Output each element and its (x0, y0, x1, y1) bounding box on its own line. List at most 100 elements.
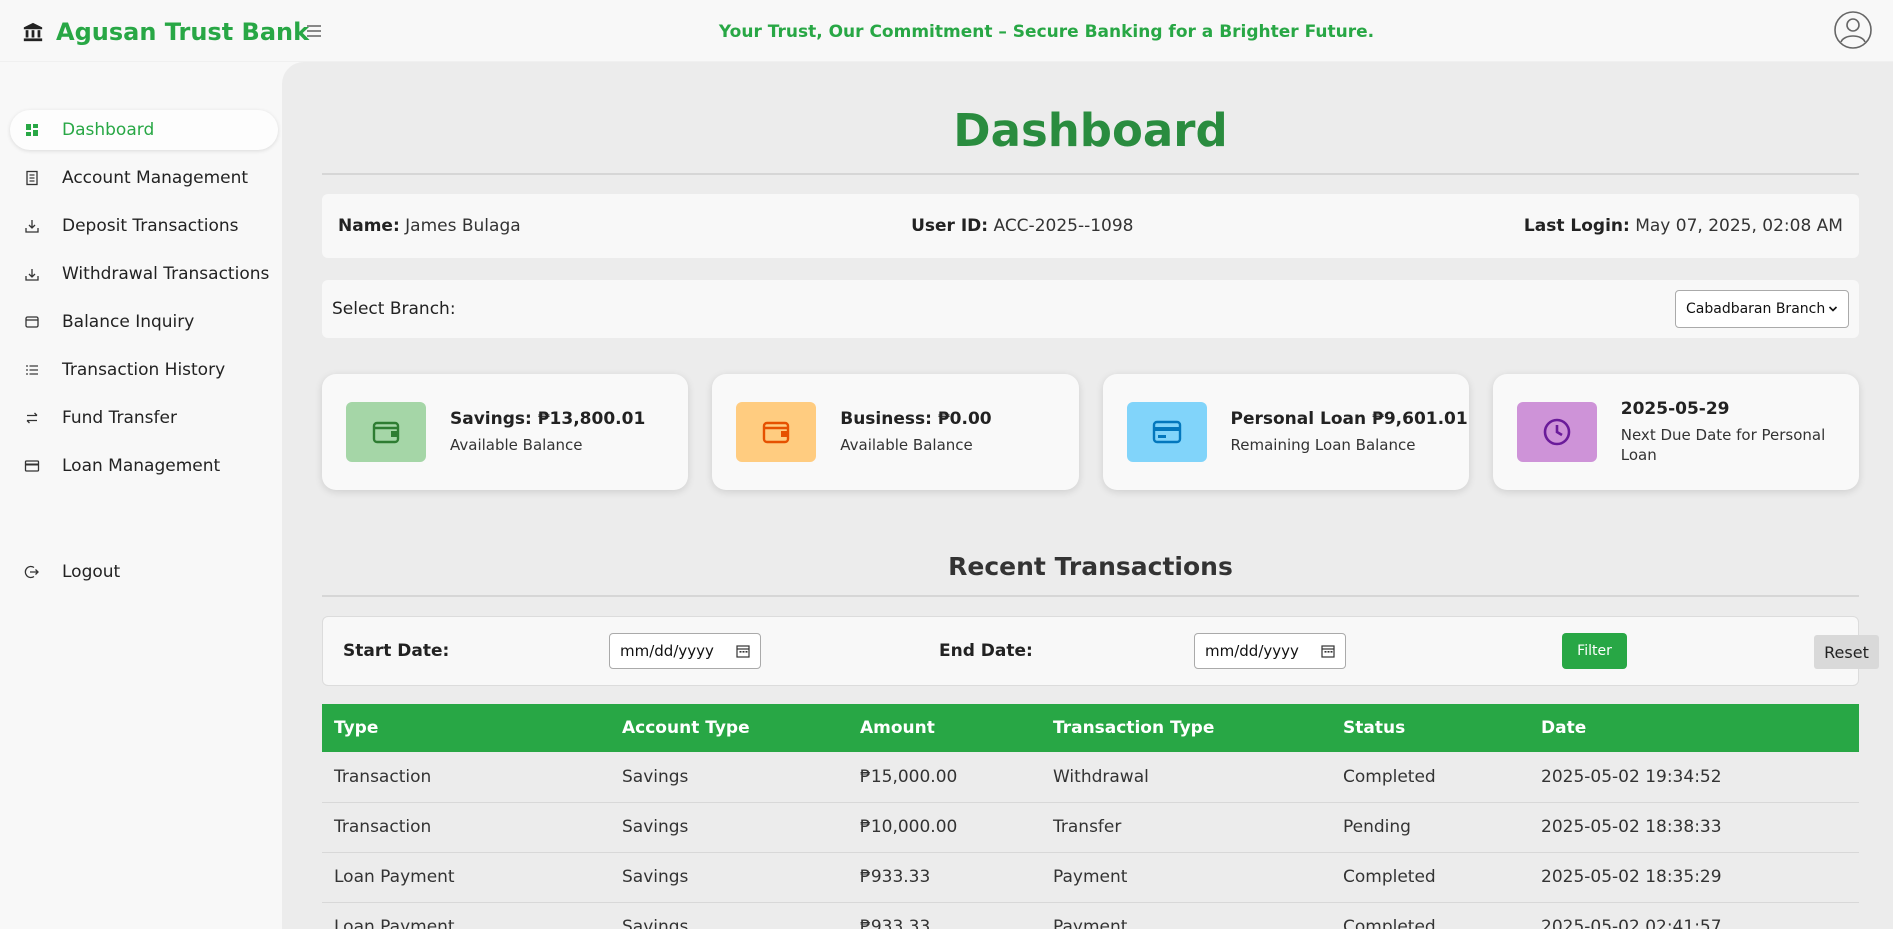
sidebar-item-withdrawal-transactions[interactable]: Withdrawal Transactions (10, 254, 278, 294)
card-subtitle: Remaining Loan Balance (1230, 436, 1416, 454)
end-date-input[interactable]: mm/dd/yyyy (1194, 633, 1346, 669)
card-title: Personal Loan ₱9,601.01 (1230, 409, 1468, 429)
table-cell: 2025-05-02 02:41:57 (1529, 902, 1859, 929)
table-cell: 2025-05-02 18:38:33 (1529, 802, 1859, 853)
column-header[interactable]: Amount (848, 704, 1041, 752)
branch-label: Select Branch: (332, 299, 456, 319)
branch-select[interactable]: Cabadbaran Branch (1675, 290, 1849, 328)
table-cell: ₱15,000.00 (848, 752, 1041, 803)
savings-card: Savings: ₱13,800.01 Available Balance (322, 374, 689, 490)
card-icon (24, 460, 40, 472)
column-header[interactable]: Type (322, 704, 610, 752)
table-row[interactable]: Loan Payment Savings ₱933.33 Payment Com… (322, 852, 1859, 903)
transactions-table: Type Account Type Amount Transaction Typ… (322, 704, 1859, 929)
table-cell: Completed (1331, 752, 1529, 803)
start-date-placeholder: mm/dd/yyyy (620, 642, 714, 660)
table-cell: 2025-05-02 19:34:52 (1529, 752, 1859, 803)
sidebar-nav: Dashboard Account Management Deposit Tra… (10, 110, 278, 494)
brand-name: Agusan Trust Bank (56, 18, 310, 46)
card-title: Savings: ₱13,800.01 (450, 409, 646, 429)
logout-button[interactable]: Logout (10, 552, 278, 592)
last-login-value: May 07, 2025, 02:08 AM (1635, 216, 1843, 236)
table-cell: ₱933.33 (848, 902, 1041, 929)
last-login: Last Login: May 07, 2025, 02:08 AM (1524, 216, 1843, 236)
sidebar-item-label: Balance Inquiry (62, 312, 195, 332)
table-cell: Savings (610, 852, 848, 903)
recent-transactions-title: Recent Transactions (948, 552, 1233, 581)
user-name: Name: James Bulaga (338, 216, 521, 236)
section-divider (322, 595, 1859, 597)
filter-button[interactable]: Filter (1562, 633, 1627, 669)
column-header[interactable]: Account Type (610, 704, 848, 752)
sidebar-item-deposit-transactions[interactable]: Deposit Transactions (10, 206, 278, 246)
sidebar-item-fund-transfer[interactable]: Fund Transfer (10, 398, 278, 438)
credit-card-icon (1126, 402, 1207, 462)
table-cell: Savings (610, 752, 848, 803)
calendar-icon[interactable] (1321, 644, 1335, 658)
sidebar-item-balance-inquiry[interactable]: Balance Inquiry (10, 302, 278, 342)
bank-icon (23, 22, 43, 42)
sidebar-item-label: Loan Management (62, 456, 221, 476)
column-header[interactable]: Date (1529, 704, 1859, 752)
main-content: Dashboard Name: James Bulaga User ID: AC… (282, 62, 1893, 929)
business-card: Business: ₱0.00 Available Balance (712, 374, 1079, 490)
table-cell: ₱10,000.00 (848, 802, 1041, 853)
transfer-arrows-icon (26, 412, 38, 424)
sidebar-item-dashboard[interactable]: Dashboard (10, 110, 278, 150)
dashboard-icon (26, 124, 38, 136)
column-header[interactable]: Transaction Type (1041, 704, 1331, 752)
logout-icon (24, 565, 39, 579)
end-date-placeholder: mm/dd/yyyy (1205, 642, 1299, 660)
sidebar-item-label: Dashboard (62, 120, 155, 140)
summary-cards: Savings: ₱13,800.01 Available Balance Bu… (322, 374, 1859, 490)
upload-tray-icon (25, 269, 39, 281)
sidebar: Dashboard Account Management Deposit Tra… (0, 62, 282, 929)
brand[interactable]: Agusan Trust Bank (22, 18, 309, 46)
top-bar: Agusan Trust Bank Your Trust, Our Commit… (0, 0, 1893, 62)
table-row[interactable]: Transaction Savings ₱15,000.00 Withdrawa… (322, 752, 1859, 803)
clock-icon (1516, 402, 1597, 462)
sidebar-item-label: Deposit Transactions (62, 216, 239, 236)
last-login-label: Last Login: (1523, 216, 1630, 236)
table-cell: Transaction (322, 752, 610, 803)
table-cell: ₱933.33 (848, 852, 1041, 903)
table-cell: Payment (1041, 852, 1331, 903)
table-cell: Pending (1331, 802, 1529, 853)
start-date-input[interactable]: mm/dd/yyyy (609, 633, 761, 669)
branch-bar: Select Branch: Cabadbaran Branch (322, 280, 1859, 338)
branch-selected-value: Cabadbaran Branch (1686, 301, 1826, 317)
sidebar-item-loan-management[interactable]: Loan Management (10, 446, 278, 486)
download-tray-icon (25, 220, 39, 233)
table-cell: Loan Payment (322, 902, 610, 929)
table-cell: Withdrawal (1041, 752, 1331, 803)
table-cell: Savings (610, 802, 848, 853)
sidebar-item-label: Fund Transfer (62, 408, 177, 428)
card-subtitle: Available Balance (840, 436, 973, 454)
sidebar-item-label: Account Management (62, 168, 249, 188)
table-row[interactable]: Loan Payment Savings ₱933.33 Payment Com… (322, 902, 1859, 929)
logout-label: Logout (62, 562, 121, 582)
card-subtitle: Next Due Date for Personal Loan (1620, 426, 1826, 464)
table-cell: Payment (1041, 902, 1331, 929)
table-cell: Transaction (322, 802, 610, 853)
wallet-icon (346, 402, 426, 462)
card-title: 2025-05-29 (1620, 399, 1730, 419)
tagline: Your Trust, Our Commitment – Secure Bank… (718, 22, 1375, 42)
sidebar-item-account-management[interactable]: Account Management (10, 158, 278, 198)
sidebar-item-transaction-history[interactable]: Transaction History (10, 350, 278, 390)
user-avatar-icon[interactable] (1833, 10, 1873, 50)
table-cell: Savings (610, 902, 848, 929)
user-id-value: ACC-2025--1098 (993, 216, 1134, 236)
table-header-row: Type Account Type Amount Transaction Typ… (322, 704, 1859, 752)
page-title: Dashboard (953, 104, 1228, 157)
user-id-label: User ID: (911, 216, 989, 236)
calendar-icon[interactable] (736, 644, 750, 658)
list-icon (26, 365, 38, 375)
card-subtitle: Available Balance (450, 436, 583, 454)
table-cell: 2025-05-02 18:35:29 (1529, 852, 1859, 903)
reset-button[interactable]: Reset (1814, 635, 1879, 669)
start-date-label: Start Date: (343, 641, 450, 661)
column-header[interactable]: Status (1331, 704, 1529, 752)
table-row[interactable]: Transaction Savings ₱10,000.00 Transfer … (322, 802, 1859, 853)
table-cell: Loan Payment (322, 852, 610, 903)
